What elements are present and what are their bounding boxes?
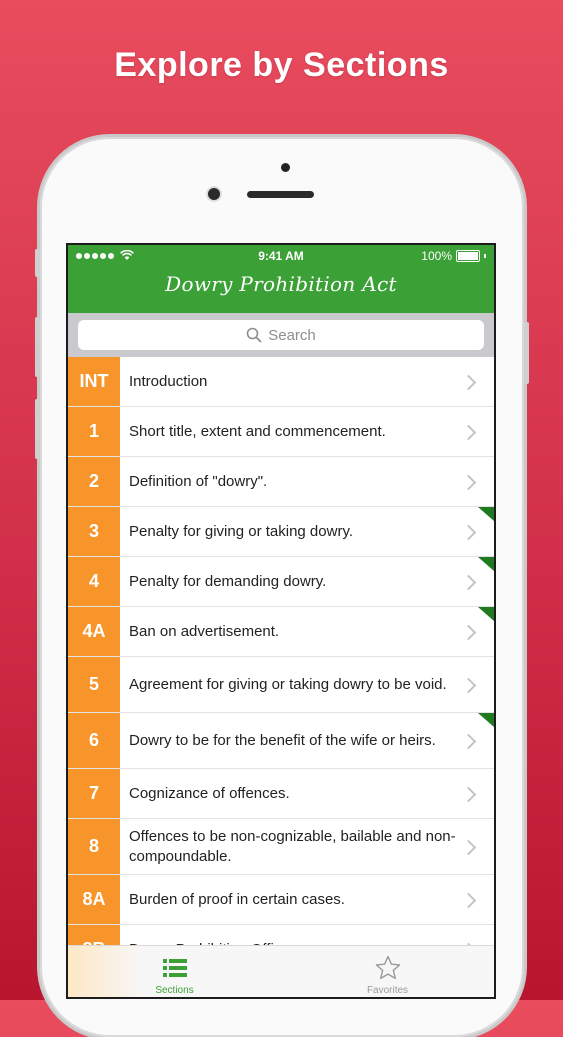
section-number-badge: 6 xyxy=(68,713,120,768)
section-row[interactable]: 4 Penalty for demanding dowry. xyxy=(68,557,494,607)
favorite-marker-icon xyxy=(478,507,494,521)
status-bar: 9:41 AM 100% xyxy=(68,245,494,267)
section-row[interactable]: 5 Agreement for giving or taking dowry to… xyxy=(68,657,494,713)
app-title: Dowry Prohibition Act xyxy=(165,272,397,296)
favorite-marker-icon xyxy=(478,607,494,621)
section-title: Cognizance of offences. xyxy=(129,784,290,802)
section-title: Definition of "dowry". xyxy=(129,472,268,490)
search-bar: Search xyxy=(68,313,494,357)
section-row[interactable]: 8A Burden of proof in certain cases. xyxy=(68,875,494,925)
favorite-marker-icon xyxy=(478,557,494,571)
tab-favorites-label: Favorites xyxy=(366,985,409,996)
section-row[interactable]: 4A Ban on advertisement. xyxy=(68,607,494,657)
section-number-badge: INT xyxy=(68,357,120,406)
tab-bar: Sections Favorites xyxy=(68,945,494,997)
section-title: Dowry to be for the benefit of the wife … xyxy=(129,731,436,749)
section-row[interactable]: INT Introduction xyxy=(68,357,494,407)
section-number-badge: 8B xyxy=(68,925,120,945)
section-row[interactable]: 8 Offences to be non-cognizable, bailable… xyxy=(68,819,494,875)
front-camera xyxy=(208,188,220,200)
tab-favorites[interactable]: Favorites xyxy=(281,946,494,997)
section-title: Agreement for giving or taking dowry to … xyxy=(129,675,447,693)
section-number-badge: 3 xyxy=(68,507,120,556)
section-title: Offences to be non-cognizable, bailable … xyxy=(129,827,456,865)
search-icon xyxy=(246,327,262,343)
section-title: Short title, extent and commencement. xyxy=(129,422,386,440)
section-number-badge: 4A xyxy=(68,607,120,656)
search-input[interactable]: Search xyxy=(78,320,484,350)
earpiece-speaker xyxy=(247,191,314,198)
section-row[interactable]: 8BDowry Prohibition Officers. xyxy=(68,925,494,945)
phone-frame: 9:41 AM 100% Dowry Prohibition Act Searc… xyxy=(35,137,529,1037)
battery-indicator: 100% xyxy=(421,249,486,263)
section-number-badge: 8A xyxy=(68,875,120,924)
app-screen: 9:41 AM 100% Dowry Prohibition Act Searc… xyxy=(68,245,494,997)
section-row[interactable]: 6 Dowry to be for the benefit of the wife… xyxy=(68,713,494,769)
section-row[interactable]: 1 Short title, extent and commencement. xyxy=(68,407,494,457)
proximity-sensor xyxy=(281,163,290,172)
mute-switch xyxy=(35,249,40,277)
volume-down-button xyxy=(35,399,40,459)
battery-percent: 100% xyxy=(421,249,452,263)
list-icon xyxy=(162,959,187,977)
section-number-badge: 5 xyxy=(68,657,120,712)
volume-up-button xyxy=(35,317,40,377)
battery-icon xyxy=(456,250,480,262)
navigation-bar: 9:41 AM 100% Dowry Prohibition Act xyxy=(68,245,494,313)
section-title: Penalty for demanding dowry. xyxy=(129,572,327,590)
section-title: Introduction xyxy=(129,372,208,390)
tab-sections-label: Sections xyxy=(155,985,194,996)
tab-sections[interactable]: Sections xyxy=(68,946,281,997)
power-button xyxy=(524,322,529,384)
section-number-badge: 2 xyxy=(68,457,120,506)
battery-tip-icon xyxy=(484,254,486,258)
section-title: Burden of proof in certain cases. xyxy=(129,890,345,908)
section-title: Ban on advertisement. xyxy=(129,622,280,640)
star-icon xyxy=(375,955,400,980)
section-title: Penalty for giving or taking dowry. xyxy=(129,522,353,540)
section-number-badge: 1 xyxy=(68,407,120,456)
search-placeholder: Search xyxy=(268,326,316,344)
section-list: INT Introduction 1 Short title, extent and … xyxy=(68,357,494,945)
section-row[interactable]: 7 Cognizance of offences. xyxy=(68,769,494,819)
section-number-badge: 8 xyxy=(68,819,120,874)
section-number-badge: 4 xyxy=(68,557,120,606)
favorite-marker-icon xyxy=(478,713,494,727)
section-number-badge: 7 xyxy=(68,769,120,818)
section-row[interactable]: 2 Definition of "dowry". xyxy=(68,457,494,507)
promo-headline: Explore by Sections xyxy=(114,46,449,84)
section-row[interactable]: 3 Penalty for giving or taking dowry. xyxy=(68,507,494,557)
section-title: Dowry Prohibition Officers. xyxy=(120,925,494,946)
